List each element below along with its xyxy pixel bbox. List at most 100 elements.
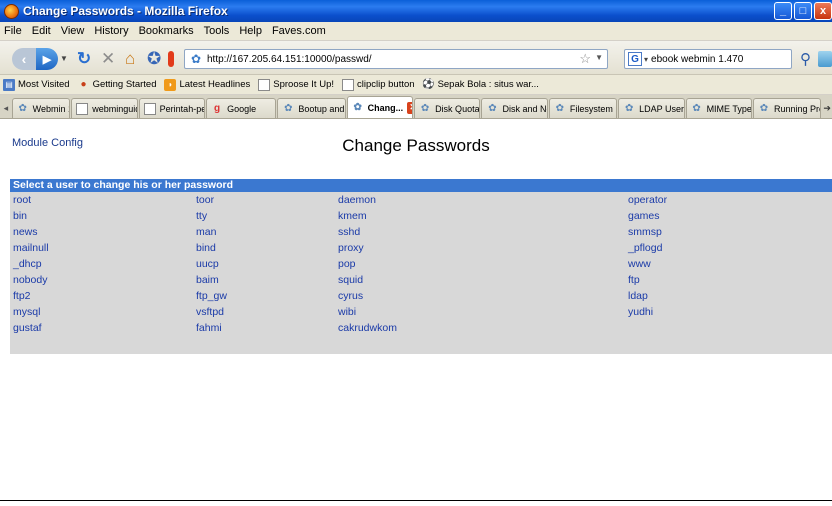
bookmark-latest-headlines[interactable]: ◗ Latest Headlines xyxy=(164,78,250,91)
user-link[interactable]: _dhcp xyxy=(10,256,193,272)
user-link[interactable]: sshd xyxy=(335,224,625,240)
tab-perintah[interactable]: Perintah-pe... xyxy=(138,98,206,118)
extension-bar-icon[interactable] xyxy=(168,51,174,67)
engine-dropdown-icon[interactable]: ▾ xyxy=(644,55,648,64)
user-link[interactable]: kmem xyxy=(335,208,625,224)
user-link[interactable]: bind xyxy=(193,240,335,256)
user-link[interactable]: wibi xyxy=(335,304,625,320)
minimize-button[interactable]: _ xyxy=(774,2,792,20)
table-row: gustaf fahmi cakrudwkom xyxy=(10,320,832,336)
bookmark-sproose[interactable]: Sproose It Up! xyxy=(258,78,334,91)
tab-label: webminguid... xyxy=(92,103,136,114)
user-link[interactable]: ftp xyxy=(625,272,825,288)
menu-faves[interactable]: Faves.com xyxy=(272,25,326,37)
user-link[interactable]: uucp xyxy=(193,256,335,272)
tab-ldap-users[interactable]: ✿ LDAP Users ... xyxy=(618,98,685,118)
user-link[interactable]: games xyxy=(625,208,825,224)
user-link[interactable]: www xyxy=(625,256,825,272)
user-link[interactable]: tty xyxy=(193,208,335,224)
url-dropdown-icon[interactable]: ▼ xyxy=(595,53,603,62)
maximize-button[interactable]: □ xyxy=(794,2,812,20)
user-link[interactable]: news xyxy=(10,224,193,240)
user-link[interactable]: cyrus xyxy=(335,288,625,304)
stop-icon[interactable]: ✕ xyxy=(101,49,115,69)
tab-webmin[interactable]: ✿ Webmin 1.4... xyxy=(11,98,71,118)
tab-webminguide[interactable]: webminguid... xyxy=(71,98,138,118)
user-link[interactable]: yudhi xyxy=(625,304,825,320)
user-link[interactable]: squid xyxy=(335,272,625,288)
tab-filesystem-backup[interactable]: ✿ Filesystem B... xyxy=(548,98,618,118)
user-link[interactable]: vsftpd xyxy=(193,304,335,320)
bookmarks-toolbar: ▤ Most Visited ● Getting Started ◗ Lates… xyxy=(0,75,832,95)
tab-label: Disk and Ne... xyxy=(502,103,547,114)
tab-running-processes[interactable]: ✿ Running Pro... xyxy=(752,98,822,118)
user-link[interactable]: gustaf xyxy=(10,320,193,336)
webmin-icon: ✿ xyxy=(284,103,293,114)
window-titlebar: Change Passwords - Mozilla Firefox _ □ x xyxy=(0,0,832,22)
tab-close-icon[interactable]: ✕ xyxy=(407,101,413,114)
tab-scroll-left-icon[interactable]: ◂ xyxy=(0,98,12,118)
page-icon xyxy=(76,102,89,115)
user-link[interactable]: daemon xyxy=(335,192,625,208)
user-link[interactable]: baim xyxy=(193,272,335,288)
history-dropdown-icon[interactable]: ▼ xyxy=(60,54,68,63)
user-link[interactable]: root xyxy=(10,192,193,208)
address-bar[interactable]: ✿ http://167.205.64.151:10000/passwd/ ☆ … xyxy=(184,49,608,69)
menu-tools[interactable]: Tools xyxy=(204,25,230,37)
bookmark-label: Sproose It Up! xyxy=(273,79,334,90)
bookmark-most-visited[interactable]: ▤ Most Visited xyxy=(3,78,70,91)
forward-button[interactable]: ▶ xyxy=(36,48,58,70)
user-link[interactable]: operator xyxy=(625,192,825,208)
user-link[interactable]: cakrudwkom xyxy=(335,320,625,336)
bookmark-clipclip[interactable]: clipclip button xyxy=(342,78,415,91)
user-link[interactable] xyxy=(625,320,825,336)
toolbar-extension-icon[interactable] xyxy=(818,51,832,67)
tab-label: Webmin 1.4... xyxy=(32,103,70,114)
back-button[interactable]: ‹ xyxy=(12,48,36,70)
firefox-icon xyxy=(4,3,19,19)
user-link[interactable]: fahmi xyxy=(193,320,335,336)
user-link[interactable]: ftp2 xyxy=(10,288,193,304)
bookmark-star-icon[interactable]: ☆ xyxy=(579,51,591,67)
user-link[interactable]: bin xyxy=(10,208,193,224)
user-link[interactable]: proxy xyxy=(335,240,625,256)
user-link[interactable]: mailnull xyxy=(10,240,193,256)
menu-bookmarks[interactable]: Bookmarks xyxy=(139,25,194,37)
user-link[interactable]: smmsp xyxy=(625,224,825,240)
tab-change-passwords[interactable]: ✿ Chang... ✕ xyxy=(346,96,414,118)
user-link[interactable]: toor xyxy=(193,192,335,208)
user-link[interactable]: pop xyxy=(335,256,625,272)
tab-bootup[interactable]: ✿ Bootup and ... xyxy=(277,98,346,118)
menu-edit[interactable]: Edit xyxy=(32,25,51,37)
bookmark-getting-started[interactable]: ● Getting Started xyxy=(78,79,157,91)
home-icon[interactable]: ⌂ xyxy=(125,49,135,69)
tab-label: Disk Quotas xyxy=(435,103,481,114)
tab-google[interactable]: g Google xyxy=(206,98,277,118)
page-icon: ▤ xyxy=(3,78,15,91)
user-link[interactable]: mysql xyxy=(10,304,193,320)
menu-file[interactable]: File xyxy=(4,25,22,37)
menu-history[interactable]: History xyxy=(94,25,128,37)
user-link[interactable]: nobody xyxy=(10,272,193,288)
user-link[interactable]: ftp_gw xyxy=(193,288,335,304)
search-input[interactable]: ebook webmin 1.470 xyxy=(651,54,743,65)
reload-icon[interactable]: ↻ xyxy=(77,49,91,69)
bookmark-label: Getting Started xyxy=(92,79,157,90)
tab-disk-quotas[interactable]: ✿ Disk Quotas xyxy=(414,98,481,118)
user-link[interactable]: _pflogd xyxy=(625,240,825,256)
search-bar[interactable]: G ▾ ebook webmin 1.470 xyxy=(624,49,792,69)
user-link[interactable]: man xyxy=(193,224,335,240)
user-link[interactable]: ldap xyxy=(625,288,825,304)
tab-disk-network[interactable]: ✿ Disk and Ne... xyxy=(481,98,548,118)
close-button[interactable]: x xyxy=(814,2,832,20)
menu-help[interactable]: Help xyxy=(239,25,262,37)
tab-mime-type[interactable]: ✿ MIME Type ... xyxy=(685,98,752,118)
bookmark-label: Most Visited xyxy=(18,79,70,90)
extension-icon[interactable]: ✪ xyxy=(147,49,161,69)
page-icon xyxy=(258,78,271,91)
bookmark-sepak-bola[interactable]: ⚽ Sepak Bola : situs war... xyxy=(422,79,539,91)
tab-scroll-right-icon[interactable]: ➔ xyxy=(822,98,832,118)
menu-view[interactable]: View xyxy=(61,25,85,37)
search-magnifier-icon[interactable]: ⚲ xyxy=(800,50,811,68)
google-engine-icon[interactable]: G xyxy=(628,52,642,66)
